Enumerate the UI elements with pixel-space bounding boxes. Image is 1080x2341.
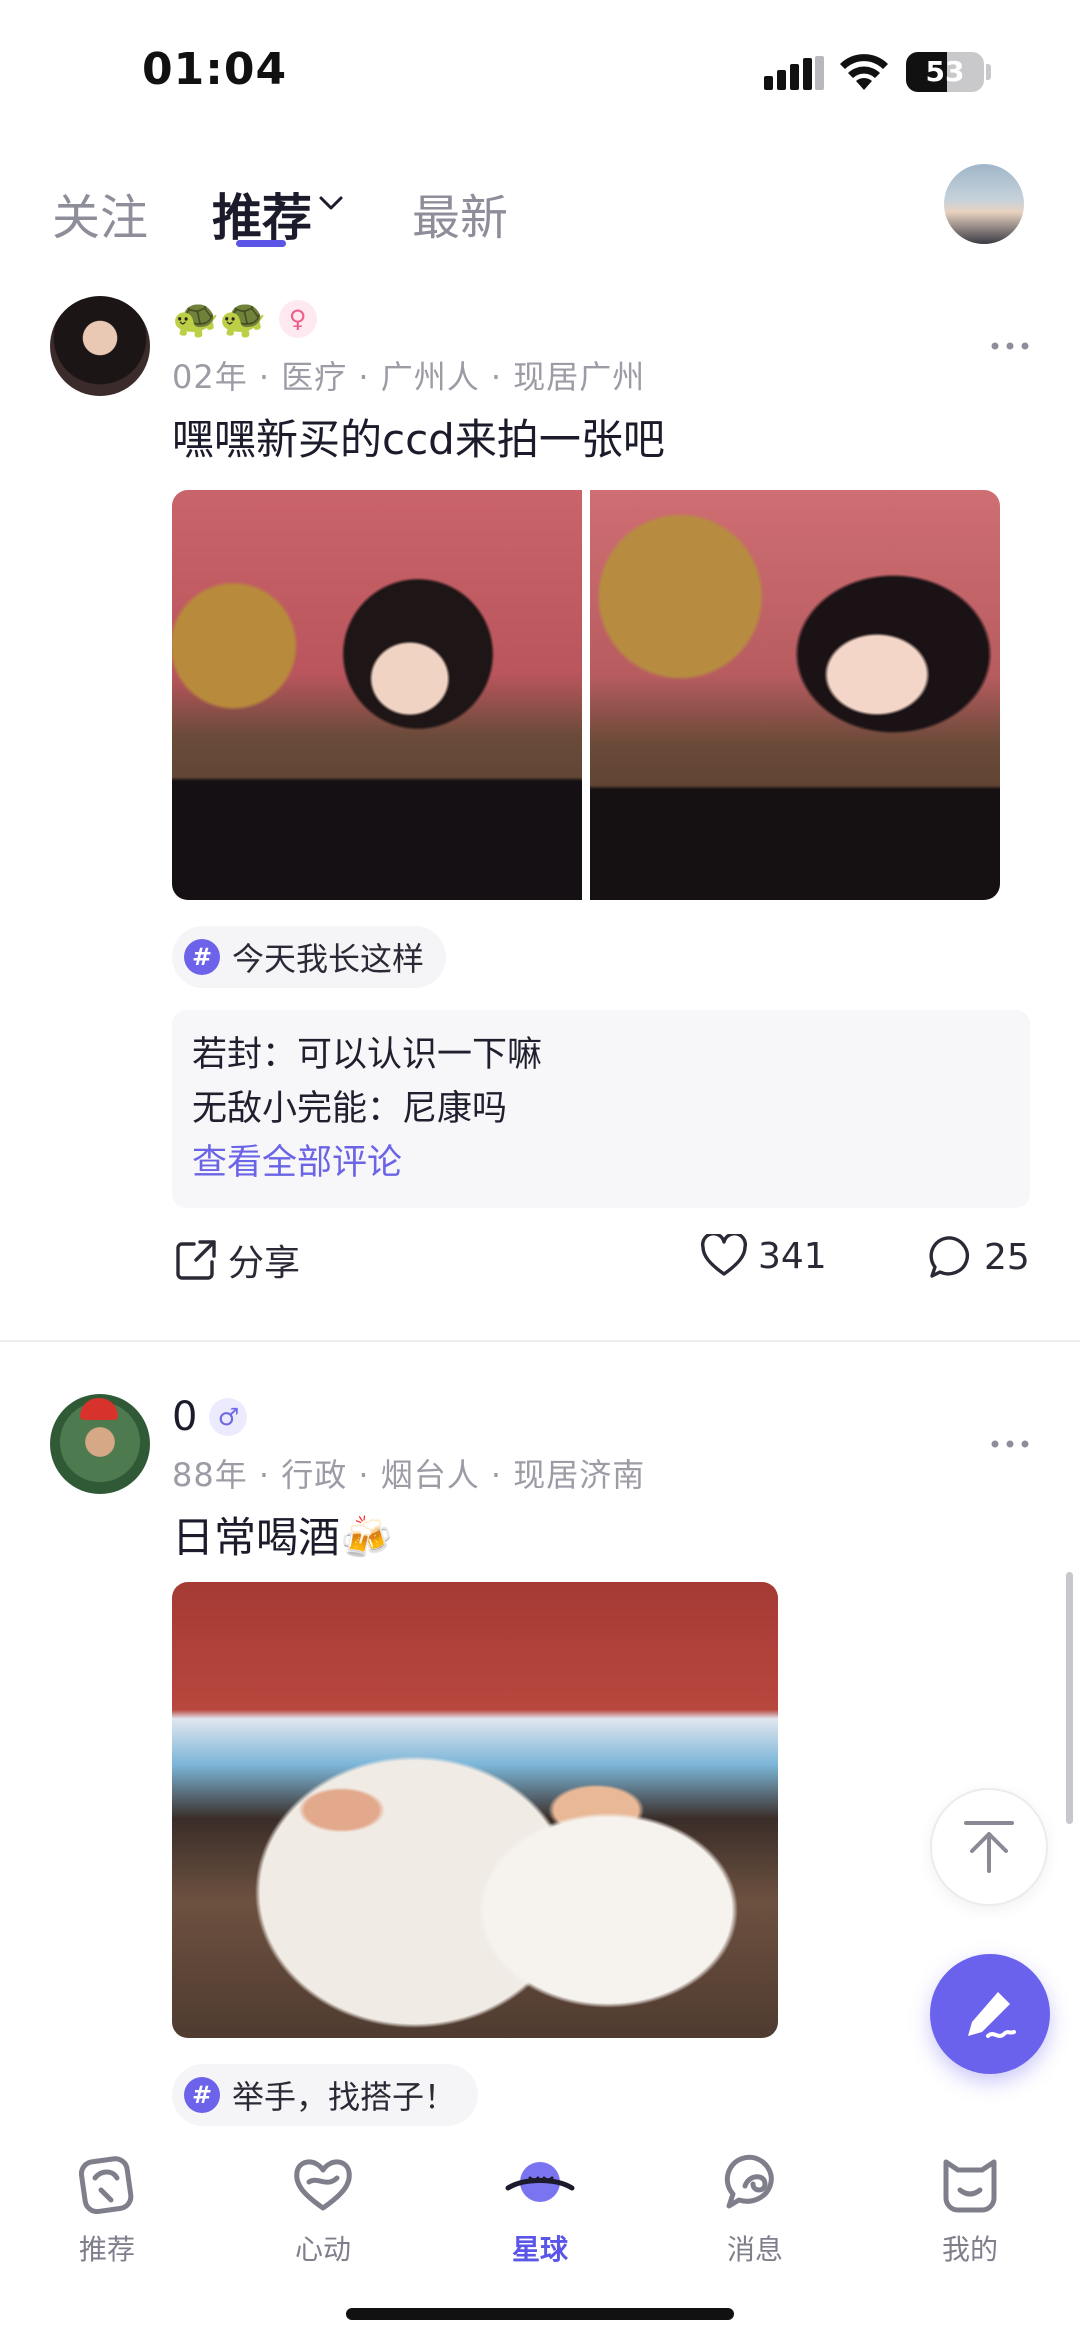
nav-label: 推荐 [78,2233,135,2266]
user-name-row: 0 ♂ [172,1394,248,1440]
message-icon [724,2154,774,2209]
battery-cap [986,64,991,80]
comment-item[interactable]: 若封：可以认识一下嘛 [192,1028,1010,1082]
heart-icon [701,1234,747,1276]
nav-heartbeat[interactable]: 心动 [253,2148,393,2268]
user-name[interactable]: 🐢🐢 [172,296,267,341]
hashtag-icon: # [184,939,220,975]
post-photo[interactable] [590,490,1000,900]
planet-icon [505,2162,575,2202]
tab-latest[interactable]: 最新 [412,178,508,248]
nav-messages[interactable]: 消息 [685,2148,825,2268]
compose-post-button[interactable] [930,1954,1050,2074]
chevron-down-icon[interactable] [318,194,344,212]
nav-profile[interactable]: 我的 [900,2148,1040,2268]
topic-label: 今天我长这样 [232,940,425,978]
active-tab-indicator [236,240,286,247]
share-button[interactable]: 分享 [174,1234,300,1286]
comment-button[interactable]: 25 [928,1234,1030,1280]
back-to-top-button[interactable] [930,1788,1048,1906]
my-avatar[interactable] [944,164,1024,244]
status-bar: 01:04 53 [0,0,1080,140]
comments-preview: 若封：可以认识一下嘛 无敌小完能：尼康吗 查看全部评论 [172,1010,1030,1208]
user-name-row: 🐢🐢 ♀ [172,296,317,341]
avatar[interactable] [50,1394,150,1494]
like-button[interactable]: 341 [700,1234,827,1278]
scrollbar[interactable] [1066,1572,1073,1824]
gender-female-icon: ♀ [278,299,317,338]
post-divider [0,1340,1080,1342]
status-time: 01:04 [142,44,288,95]
post-photo[interactable] [172,1582,778,2038]
heartbeat-icon [294,2159,352,2211]
share-label: 分享 [228,1243,301,1284]
nav-planet[interactable]: 星球 [470,2148,610,2268]
gender-male-icon: ♂ [209,1398,248,1436]
nav-label: 我的 [941,2233,998,2266]
arrow-up-icon [964,1821,1014,1873]
topic-tag[interactable]: # 今天我长这样 [172,926,447,988]
signal-icon [764,56,824,90]
post-caption: 嘿嘿新买的ccd来拍一张吧 [172,415,665,464]
comment-item[interactable]: 无敌小完能：尼康吗 [192,1082,1010,1136]
more-icon[interactable] [990,336,1030,356]
tab-follow[interactable]: 关注 [52,178,148,248]
comment-bubble-icon [929,1236,970,1278]
recommend-icon [78,2156,134,2215]
comment-count: 25 [984,1236,1030,1278]
nav-label: 心动 [294,2233,351,2266]
more-icon[interactable] [990,1434,1030,1454]
user-meta: 02年 · 医疗 · 广州人 · 现居广州 [172,358,646,396]
avatar[interactable] [50,296,150,396]
like-count: 341 [758,1235,827,1277]
post-actions: 分享 341 25 [0,1234,1080,1304]
topic-tag[interactable]: # 举手，找搭子！ [172,2064,479,2126]
battery-indicator: 53 [906,52,984,92]
battery-percent: 53 [925,55,965,88]
topic-label: 举手，找搭子！ [232,2078,457,2116]
user-meta: 88年 · 行政 · 烟台人 · 现居济南 [172,1456,646,1494]
pen-icon [968,1992,1016,2038]
hashtag-icon: # [184,2077,220,2113]
profile-icon [943,2159,997,2213]
wifi-icon [840,54,888,90]
home-indicator [346,2308,734,2320]
nav-label: 消息 [726,2233,783,2266]
nav-label: 星球 [511,2233,568,2266]
user-name[interactable]: 0 [172,1394,197,1440]
feed-tabs: 关注 推荐 最新 [0,160,1080,270]
view-all-comments-link[interactable]: 查看全部评论 [192,1136,1010,1190]
post-caption: 日常喝酒🍻 [172,1513,393,1562]
nav-recommend[interactable]: 推荐 [37,2148,177,2268]
post-photo[interactable] [172,490,582,900]
share-icon [176,1240,216,1280]
